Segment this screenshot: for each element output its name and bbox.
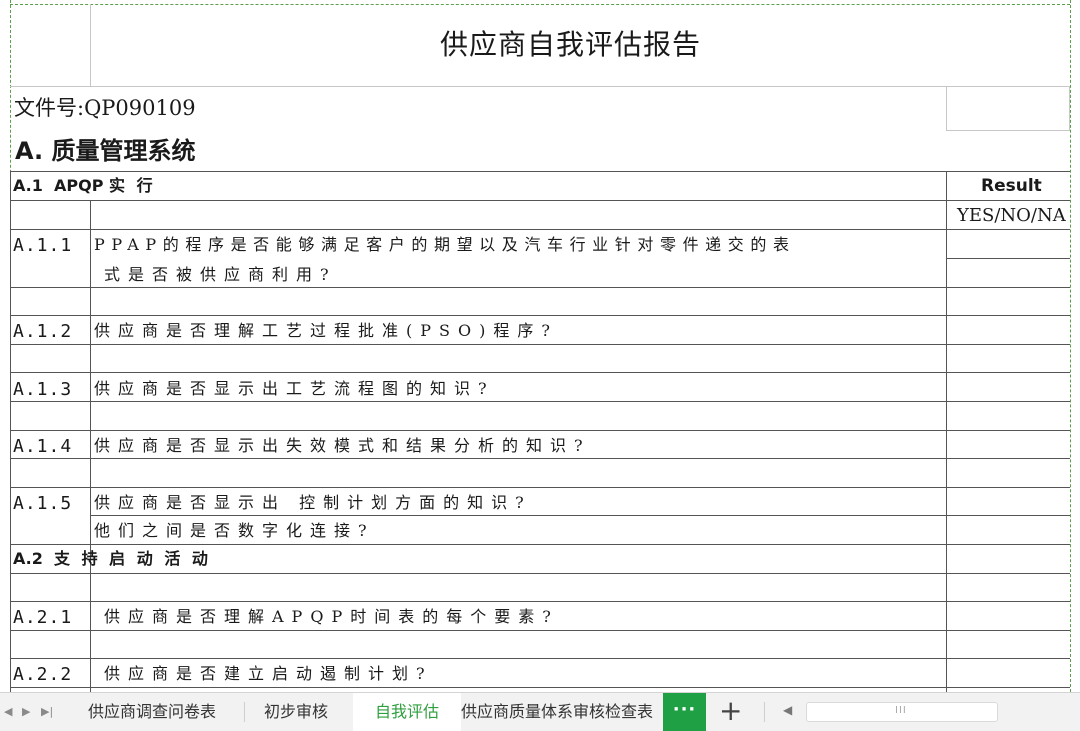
sheet-tab-bar: ◀ ▶ ▶| 供应商调查问卷表 初步审核 自我评估 供应商质量体系审核检查表 ·…	[0, 692, 1080, 731]
subsection-title-latin: APQP	[54, 176, 104, 195]
grid-row-line	[10, 658, 1070, 659]
scroll-left-icon[interactable]: ◀	[783, 703, 792, 717]
sheet-tab-self-assessment[interactable]: 自我评估	[353, 693, 461, 731]
grid-row-line	[10, 315, 1070, 316]
subsection-number: A.2	[13, 549, 43, 568]
report-title: 供应商自我评估报告	[440, 28, 702, 61]
grid-row-line	[90, 515, 1070, 516]
more-sheets-button[interactable]: ···	[663, 693, 706, 731]
question-code: A.2.2	[13, 664, 73, 685]
grid-col-line	[946, 86, 947, 130]
first-sheet-icon[interactable]: ◀	[4, 705, 12, 718]
question-text: 供应商是否显示出 控制计划方面的知识?	[94, 493, 532, 512]
grid-row-line	[10, 487, 1070, 488]
grid-row-line	[946, 258, 1070, 259]
result-options-label: YES/NO/NA	[957, 205, 1066, 226]
question-text-continuation: 他们之间是否数字化连接?	[94, 521, 375, 540]
section-heading: A. 质量管理系统	[15, 136, 196, 165]
subsection-a1-heading: A.1 APQP 实 行	[13, 178, 156, 194]
scrollbar-grip-icon[interactable]: III	[895, 705, 907, 716]
question-text: 供应商是否显示出工艺流程图的知识?	[94, 379, 495, 398]
result-column-header: Result	[981, 176, 1042, 196]
question-code: A.1.2	[13, 321, 73, 342]
subsection-title: 实 行	[109, 176, 156, 195]
grid-row-line	[10, 430, 1070, 431]
grid-row-line	[10, 86, 1070, 87]
add-sheet-icon[interactable]: +	[719, 695, 742, 727]
grid-row-line	[10, 687, 1070, 688]
grid-col-line	[90, 4, 91, 86]
print-area-right-edge	[1070, 0, 1071, 692]
sheet-tab-quality-audit-checklist[interactable]: 供应商质量体系审核检查表	[461, 693, 661, 731]
print-area-top-edge	[10, 4, 1070, 5]
question-text-continuation: 式是否被供应商利用?	[104, 265, 337, 284]
grid-row-line	[10, 630, 1070, 631]
grid-row-line	[10, 200, 1070, 201]
question-code: A.1.5	[13, 493, 73, 514]
grid-row-line	[10, 287, 1070, 288]
next-sheet-icon[interactable]: ▶	[22, 705, 30, 718]
grid-row-line	[10, 573, 1070, 574]
question-code: A.2.1	[13, 607, 73, 628]
question-code: A.1.1	[13, 235, 73, 256]
question-text: 供应商是否理解APQP时间表的每个要素?	[104, 607, 559, 626]
tab-divider	[764, 702, 765, 722]
grid-row-line	[10, 171, 1070, 172]
grid-row-line	[10, 458, 1070, 459]
grid-col-line	[90, 200, 91, 692]
question-text: 供应商是否显示出失效模式和结果分析的知识?	[94, 436, 591, 455]
document-number: 文件号:QP090109	[14, 96, 196, 120]
grid-col-line	[10, 171, 11, 692]
question-text: PPAP的程序是否能够满足客户的期望以及汽车行业针对零件递交的表	[94, 235, 796, 254]
grid-row-line	[10, 401, 1070, 402]
subsection-title: 支 持 启 动 活 动	[54, 549, 211, 568]
grid-col-line	[946, 171, 947, 692]
grid-row-line	[10, 601, 1070, 602]
question-code: A.1.3	[13, 379, 73, 400]
grid-row-line	[10, 544, 1070, 545]
subsection-a2-heading: A.2 支 持 启 动 活 动	[13, 551, 211, 567]
grid-row-line	[10, 229, 1070, 230]
question-text: 供应商是否理解工艺过程批准(PSO)程序?	[94, 321, 558, 340]
tab-divider	[244, 702, 245, 722]
section-title: 质量管理系统	[51, 136, 196, 165]
sheet-tab-preliminary-audit[interactable]: 初步审核	[264, 693, 344, 731]
grid-row-line	[10, 372, 1070, 373]
grid-col-line	[1069, 86, 1070, 130]
spreadsheet-grid[interactable]: 供应商自我评估报告 文件号:QP090109 A. 质量管理系统 A.1 APQ…	[0, 0, 1080, 692]
last-sheet-icon[interactable]: ▶|	[41, 705, 53, 718]
section-letter: A.	[15, 137, 44, 165]
sheet-tab-supplier-questionnaire[interactable]: 供应商调查问卷表	[88, 693, 238, 731]
question-text: 供应商是否建立启动遏制计划?	[104, 664, 433, 683]
question-code: A.1.4	[13, 436, 73, 457]
grid-row-line	[10, 344, 1070, 345]
subsection-number: A.1	[13, 176, 43, 195]
grid-row-line	[946, 130, 1070, 131]
